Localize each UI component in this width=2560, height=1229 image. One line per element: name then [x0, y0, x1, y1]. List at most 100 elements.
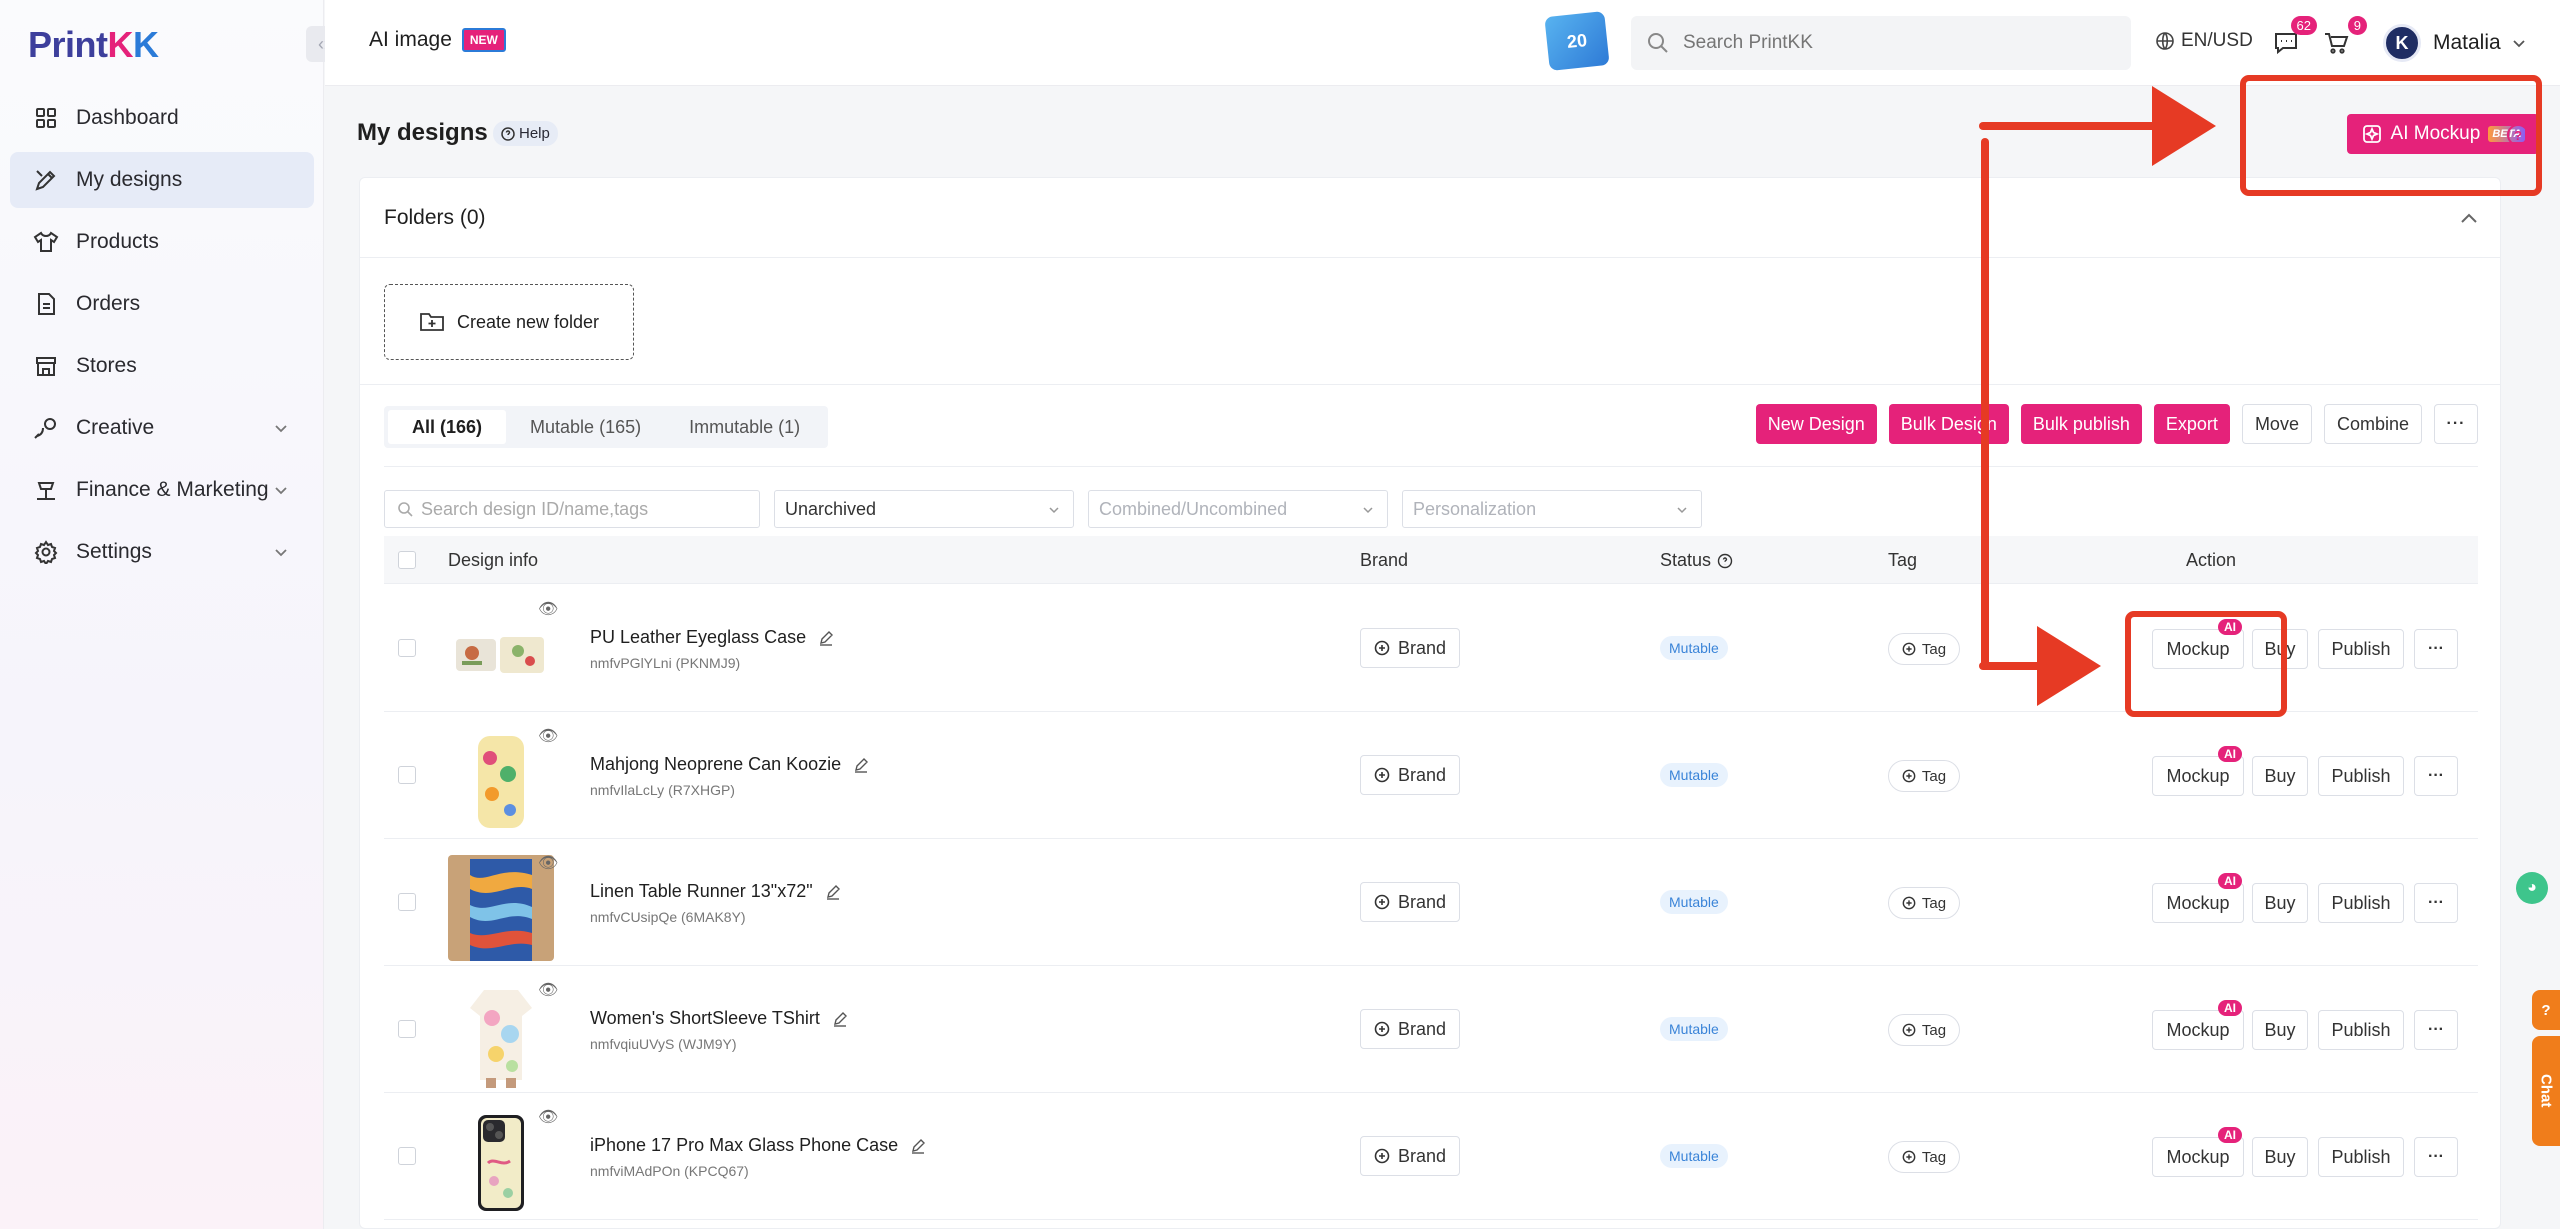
publish-button[interactable]: Publish	[2318, 756, 2404, 796]
brand-button[interactable]: Brand	[1360, 755, 1460, 795]
edit-icon[interactable]	[818, 630, 834, 646]
combined-select[interactable]: Combined/Uncombined	[1088, 490, 1388, 528]
tag-button[interactable]: Tag	[1888, 633, 1960, 665]
messages-button[interactable]: 62	[2269, 16, 2317, 60]
mockup-button[interactable]: Mockup	[2152, 756, 2244, 796]
bulk-publish-button[interactable]: Bulk publish	[2020, 404, 2142, 444]
edit-icon[interactable]	[832, 1011, 848, 1027]
help-link[interactable]: Help	[493, 121, 558, 146]
publish-button[interactable]: Publish	[2318, 629, 2404, 669]
info-icon[interactable]	[1717, 553, 1733, 569]
row-checkbox[interactable]	[398, 893, 416, 911]
help-widget-icon[interactable]: ?	[2532, 990, 2560, 1030]
header-search[interactable]	[1631, 16, 2131, 70]
buy-button[interactable]: Buy	[2252, 756, 2308, 796]
more-actions-button[interactable]: ···	[2434, 404, 2478, 444]
tab-immutable[interactable]: Immutable (1)	[665, 410, 824, 444]
chevron-down-icon	[275, 549, 287, 557]
sidebar-item-products[interactable]: Products	[10, 214, 314, 270]
sidebar-item-orders[interactable]: Orders	[10, 276, 314, 332]
publish-button[interactable]: Publish	[2318, 1137, 2404, 1177]
sidebar-item-settings[interactable]: Settings	[10, 524, 314, 580]
sidebar-item-dashboard[interactable]: Dashboard	[10, 90, 314, 146]
sidebar-item-my-designs[interactable]: My designs	[10, 152, 314, 208]
tag-button[interactable]: Tag	[1888, 760, 1960, 792]
eye-icon[interactable]: 👁	[538, 599, 558, 619]
tag-button[interactable]: Tag	[1888, 887, 1960, 919]
select-all-checkbox[interactable]	[398, 551, 416, 569]
tab-label: Mutable (165)	[530, 416, 642, 437]
tab-all[interactable]: All (166)	[388, 410, 507, 444]
sidebar-item-stores[interactable]: Stores	[10, 338, 314, 394]
export-button[interactable]: Export	[2153, 404, 2230, 444]
publish-button[interactable]: Publish	[2318, 1010, 2404, 1050]
row-more-button[interactable]: ···	[2414, 756, 2458, 796]
chevron-up-icon[interactable]	[2458, 208, 2480, 230]
column-status-label: Status	[1660, 550, 1712, 570]
eye-icon[interactable]: 👁	[538, 726, 558, 746]
edit-icon[interactable]	[853, 757, 869, 773]
promo-icon[interactable]: 20	[1544, 11, 1610, 71]
avatar-initial: K	[2395, 32, 2409, 53]
eye-icon[interactable]: 👁	[538, 853, 558, 873]
question-icon[interactable]: ?	[2507, 124, 2529, 146]
archived-select[interactable]: Unarchived	[774, 490, 1074, 528]
chat-widget[interactable]: Chat	[2532, 1036, 2560, 1146]
row-more-button[interactable]: ···	[2414, 883, 2458, 923]
cart-button[interactable]: 9	[2319, 16, 2367, 60]
new-design-button[interactable]: New Design	[1755, 404, 1877, 444]
buy-button[interactable]: Buy	[2252, 1010, 2308, 1050]
combine-button[interactable]: Combine	[2323, 404, 2422, 444]
row-checkbox[interactable]	[398, 766, 416, 784]
buy-button[interactable]: Buy	[2252, 1137, 2308, 1177]
sidebar-item-finance-marketing[interactable]: Finance & Marketing	[10, 462, 314, 518]
divider	[360, 384, 2500, 385]
buy-button[interactable]: Buy	[2252, 883, 2308, 923]
plus-circle-icon	[1374, 767, 1390, 783]
page-title: My designs	[357, 119, 488, 146]
buy-label: Buy	[2264, 638, 2296, 659]
edit-icon[interactable]	[910, 1138, 926, 1154]
create-folder-button[interactable]: Create new folder	[384, 284, 634, 360]
mockup-button[interactable]: Mockup	[2152, 1010, 2244, 1050]
mockup-button[interactable]: Mockup	[2152, 1137, 2244, 1177]
publish-button[interactable]: Publish	[2318, 883, 2404, 923]
folders-header[interactable]: Folders (0)	[360, 178, 2500, 258]
mockup-button[interactable]: Mockup	[2152, 883, 2244, 923]
bulk-design-button[interactable]: Bulk Design	[1888, 404, 2009, 444]
row-more-button[interactable]: ···	[2414, 1137, 2458, 1177]
table-row: 👁 Linen Table Runner 13"x72" nmfvCUsipQe…	[384, 839, 2478, 966]
assistant-bot-icon[interactable]: ◕	[2516, 872, 2548, 904]
brand-button[interactable]: Brand	[1360, 882, 1460, 922]
tag-button[interactable]: Tag	[1888, 1141, 1960, 1173]
sidebar-item-creative[interactable]: Creative	[10, 400, 314, 456]
search-input[interactable]	[1683, 32, 2103, 54]
move-button[interactable]: Move	[2241, 404, 2312, 444]
user-menu[interactable]: K Matalia	[2383, 24, 2527, 62]
ai-image-link[interactable]: AI image NEW	[369, 28, 506, 52]
row-checkbox[interactable]	[398, 1147, 416, 1165]
row-more-button[interactable]: ···	[2414, 1010, 2458, 1050]
personalization-select[interactable]: Personalization	[1402, 490, 1702, 528]
tab-mutable[interactable]: Mutable (165)	[506, 410, 665, 444]
row-more-button[interactable]: ···	[2414, 629, 2458, 669]
plus-circle-icon	[1374, 1021, 1390, 1037]
edit-icon[interactable]	[825, 884, 841, 900]
eye-icon[interactable]: 👁	[538, 980, 558, 1000]
brand-button[interactable]: Brand	[1360, 1136, 1460, 1176]
row-checkbox[interactable]	[398, 639, 416, 657]
table-row: 👁 Mahjong Neoprene Can Koozie nmfvIlaLcL…	[384, 712, 2478, 839]
brand-button[interactable]: Brand	[1360, 1009, 1460, 1049]
brand-button[interactable]: Brand	[1360, 628, 1460, 668]
tag-button[interactable]: Tag	[1888, 1014, 1960, 1046]
eye-icon[interactable]: 👁	[538, 1107, 558, 1127]
search-icon	[398, 502, 413, 517]
mockup-button[interactable]: Mockup	[2152, 629, 2244, 669]
row-checkbox[interactable]	[398, 1020, 416, 1038]
buy-button[interactable]: Buy	[2252, 629, 2308, 669]
column-tag: Tag	[1888, 550, 1918, 570]
design-search-field[interactable]: Search design ID/name,tags	[384, 490, 760, 528]
ai-badge: AI	[2218, 873, 2242, 889]
printkk-logo[interactable]: PrintKK	[28, 24, 159, 66]
language-currency-selector[interactable]: EN/USD	[2155, 30, 2253, 52]
